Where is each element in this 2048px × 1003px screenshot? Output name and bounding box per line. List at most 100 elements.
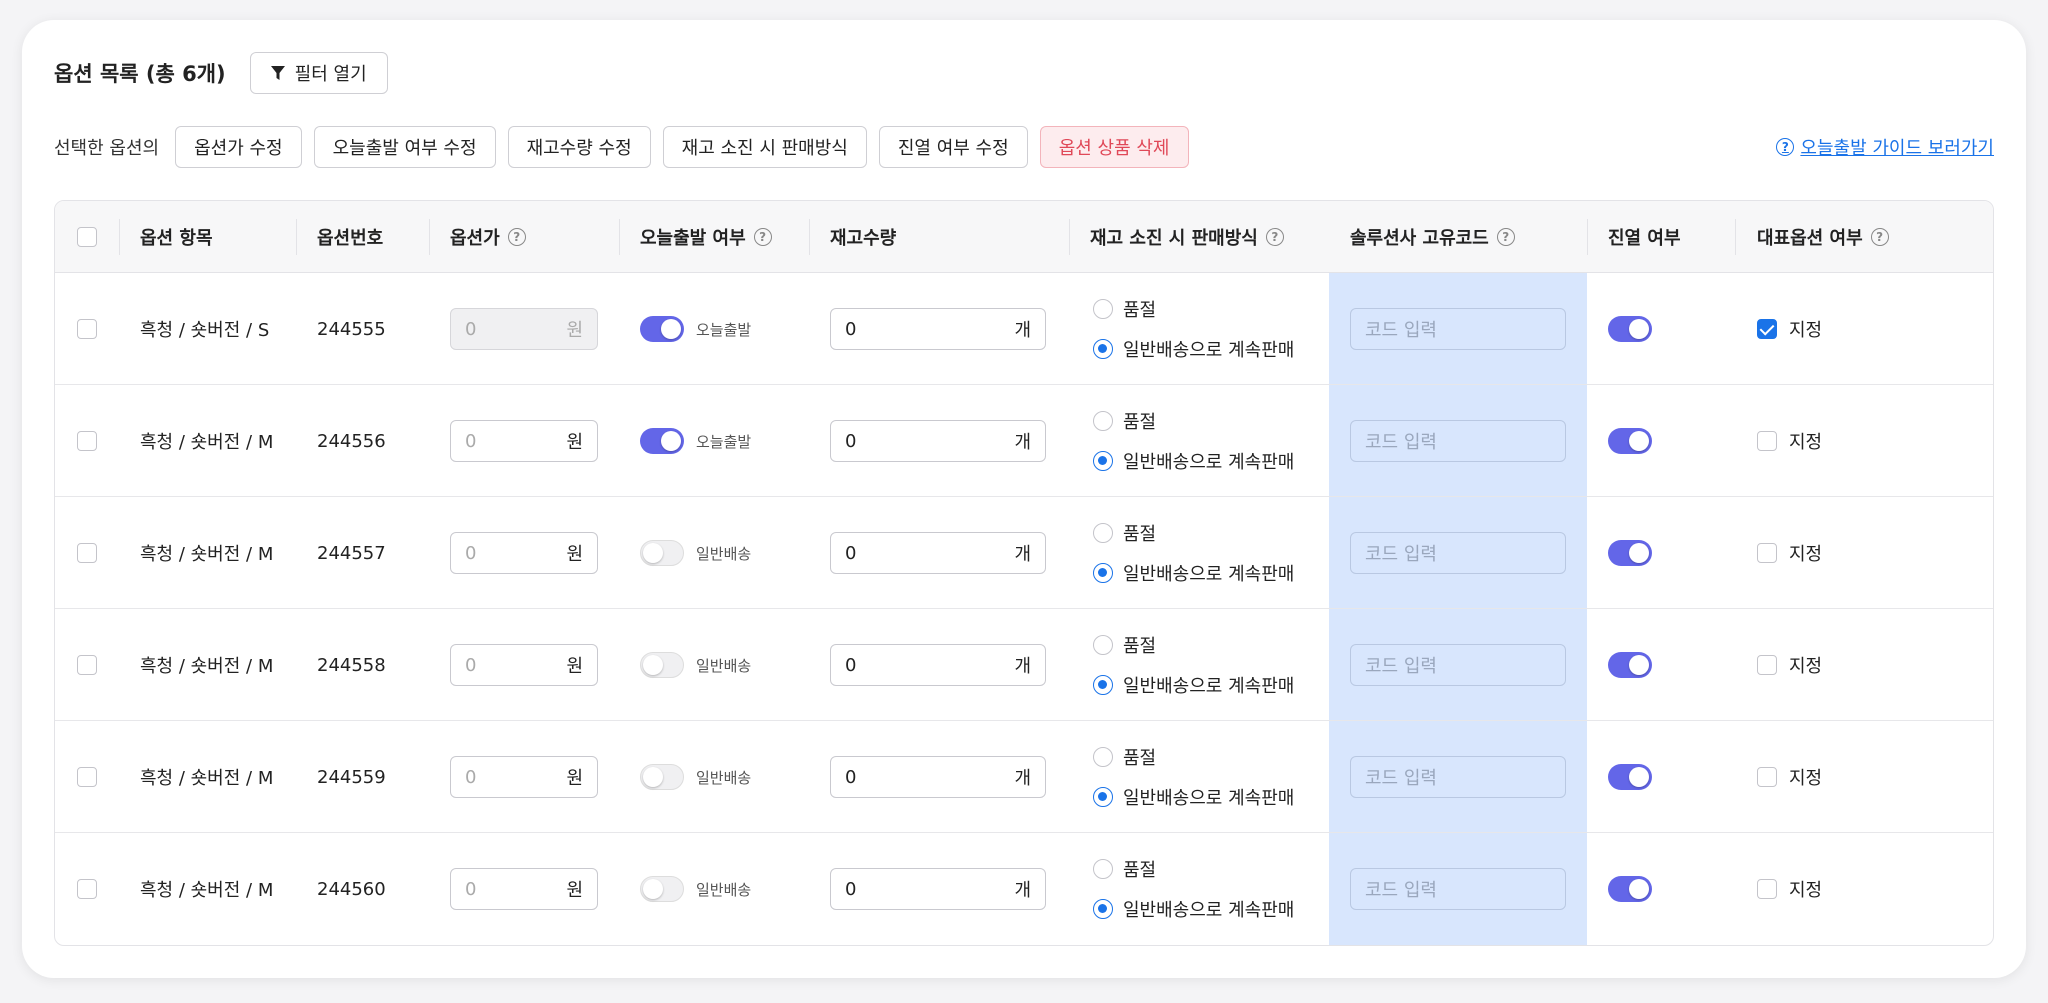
delete-option-button[interactable]: 옵션 상품 삭제 bbox=[1039, 126, 1189, 168]
continue-selling-radio-option[interactable]: 일반배송으로 계속판매 bbox=[1093, 448, 1294, 474]
representative-checkbox[interactable] bbox=[1757, 319, 1777, 339]
stock-quantity-input[interactable]: 0개 bbox=[830, 756, 1046, 798]
display-toggle[interactable] bbox=[1608, 428, 1652, 454]
solution-code-input[interactable]: 코드 입력 bbox=[1350, 308, 1566, 350]
option-item-name: 흑청 / 숏버전 / M bbox=[140, 656, 274, 677]
display-toggle[interactable] bbox=[1608, 540, 1652, 566]
edit-today-ship-button[interactable]: 오늘출발 여부 수정 bbox=[313, 126, 496, 168]
bulk-actions-label: 선택한 옵션의 bbox=[54, 138, 160, 159]
solution-code-placeholder: 코드 입력 bbox=[1365, 544, 1437, 565]
sold-out-mode-radio-group: 품절일반배송으로 계속판매 bbox=[1093, 721, 1294, 833]
today-ship-toggle[interactable] bbox=[640, 316, 684, 342]
edit-stock-button[interactable]: 재고수량 수정 bbox=[507, 126, 651, 168]
representative-checkbox[interactable] bbox=[1757, 879, 1777, 899]
today-ship-guide-link[interactable]: ? 오늘출발 가이드 보러가기 bbox=[1776, 126, 1994, 168]
sold-out-radio-option[interactable]: 품절 bbox=[1093, 744, 1294, 770]
stock-quantity-input[interactable]: 0개 bbox=[830, 308, 1046, 350]
continue-selling-radio-option[interactable]: 일반배송으로 계속판매 bbox=[1093, 336, 1294, 362]
row-checkbox[interactable] bbox=[77, 319, 97, 339]
row-checkbox[interactable] bbox=[77, 543, 97, 563]
stock-quantity-value: 0 bbox=[845, 878, 857, 900]
help-circle-icon[interactable]: ? bbox=[1870, 228, 1889, 246]
option-number: 244556 bbox=[317, 430, 386, 452]
solution-code-input[interactable]: 코드 입력 bbox=[1350, 756, 1566, 798]
option-item-name: 흑청 / 숏버전 / S bbox=[140, 320, 270, 341]
select-all-checkbox[interactable] bbox=[77, 227, 97, 247]
sold-out-radio[interactable] bbox=[1093, 859, 1113, 879]
table-row: 흑청 / 숏버전 / M 244557 0 원 일반배송 0 개 품절 일반배송으로 계속판매 코… bbox=[55, 497, 1993, 609]
continue-selling-radio-option[interactable]: 일반배송으로 계속판매 bbox=[1093, 560, 1294, 586]
table-row: 흑청 / 숏버전 / M 244558 0 원 일반배송 0 개 품절 일반배송으로 계속판매 코… bbox=[55, 609, 1993, 721]
display-toggle[interactable] bbox=[1608, 316, 1652, 342]
sold-out-radio[interactable] bbox=[1093, 635, 1113, 655]
representative-checkbox[interactable] bbox=[1757, 767, 1777, 787]
representative-checkbox[interactable] bbox=[1757, 431, 1777, 451]
stock-quantity-input[interactable]: 0개 bbox=[830, 644, 1046, 686]
help-circle-icon[interactable]: ? bbox=[1265, 228, 1284, 246]
today-ship-toggle[interactable] bbox=[640, 764, 684, 790]
today-ship-toggle[interactable] bbox=[640, 652, 684, 678]
continue-selling-radio[interactable] bbox=[1093, 563, 1113, 583]
option-price-unit: 원 bbox=[566, 432, 583, 453]
filter-open-button[interactable]: 필터 열기 bbox=[249, 52, 388, 94]
row-checkbox[interactable] bbox=[77, 431, 97, 451]
continue-selling-radio[interactable] bbox=[1093, 899, 1113, 919]
option-item-name: 흑청 / 숏버전 / M bbox=[140, 432, 274, 453]
sold-out-radio[interactable] bbox=[1093, 747, 1113, 767]
representative-checkbox[interactable] bbox=[1757, 543, 1777, 563]
sold-out-radio-label: 품절 bbox=[1123, 412, 1157, 433]
option-price-input[interactable]: 0원 bbox=[450, 420, 598, 462]
continue-selling-radio[interactable] bbox=[1093, 451, 1113, 471]
sold-out-radio-option[interactable]: 품절 bbox=[1093, 632, 1294, 658]
today-ship-toggle[interactable] bbox=[640, 428, 684, 454]
sold-out-radio[interactable] bbox=[1093, 523, 1113, 543]
sold-out-radio[interactable] bbox=[1093, 299, 1113, 319]
option-item-name: 흑청 / 숏버전 / M bbox=[140, 544, 274, 565]
sold-out-radio[interactable] bbox=[1093, 411, 1113, 431]
sold-out-radio-option[interactable]: 품절 bbox=[1093, 520, 1294, 546]
option-price-input[interactable]: 0원 bbox=[450, 868, 598, 910]
option-price-unit: 원 bbox=[566, 320, 583, 341]
continue-selling-radio-option[interactable]: 일반배송으로 계속판매 bbox=[1093, 896, 1294, 922]
continue-selling-radio[interactable] bbox=[1093, 339, 1113, 359]
solution-code-input[interactable]: 코드 입력 bbox=[1350, 868, 1566, 910]
sold-out-radio-option[interactable]: 품절 bbox=[1093, 408, 1294, 434]
help-circle-icon[interactable]: ? bbox=[753, 228, 772, 246]
stock-quantity-input[interactable]: 0개 bbox=[830, 420, 1046, 462]
representative-checkbox[interactable] bbox=[1757, 655, 1777, 675]
today-ship-toggle[interactable] bbox=[640, 876, 684, 902]
solution-code-placeholder: 코드 입력 bbox=[1365, 432, 1437, 453]
row-checkbox[interactable] bbox=[77, 767, 97, 787]
option-price-input[interactable]: 0원 bbox=[450, 756, 598, 798]
continue-selling-radio-option[interactable]: 일반배송으로 계속판매 bbox=[1093, 672, 1294, 698]
solution-code-input[interactable]: 코드 입력 bbox=[1350, 420, 1566, 462]
today-ship-toggle[interactable] bbox=[640, 540, 684, 566]
continue-selling-radio[interactable] bbox=[1093, 675, 1113, 695]
option-price-input[interactable]: 0원 bbox=[450, 532, 598, 574]
sold-out-radio-label: 품절 bbox=[1123, 300, 1157, 321]
display-toggle[interactable] bbox=[1608, 764, 1652, 790]
continue-selling-radio-option[interactable]: 일반배송으로 계속판매 bbox=[1093, 784, 1294, 810]
solution-code-input[interactable]: 코드 입력 bbox=[1350, 644, 1566, 686]
help-circle-icon[interactable]: ? bbox=[1496, 228, 1515, 246]
today-ship-label: 일반배송 bbox=[696, 880, 752, 899]
option-item-name: 흑청 / 숏버전 / M bbox=[140, 880, 274, 901]
row-checkbox[interactable] bbox=[77, 655, 97, 675]
option-price-placeholder: 0 bbox=[465, 318, 477, 340]
stock-quantity-input[interactable]: 0개 bbox=[830, 868, 1046, 910]
display-toggle[interactable] bbox=[1608, 876, 1652, 902]
option-price-input[interactable]: 0원 bbox=[450, 644, 598, 686]
option-price-input: 0원 bbox=[450, 308, 598, 350]
option-list-card: 옵션 목록 (총 6개) 필터 열기 선택한 옵션의 옵션가 수정 오늘출발 여… bbox=[22, 20, 2026, 978]
edit-price-button[interactable]: 옵션가 수정 bbox=[175, 126, 302, 168]
row-checkbox[interactable] bbox=[77, 879, 97, 899]
display-toggle[interactable] bbox=[1608, 652, 1652, 678]
sold-out-radio-option[interactable]: 품절 bbox=[1093, 856, 1294, 882]
edit-display-button[interactable]: 진열 여부 수정 bbox=[878, 126, 1028, 168]
edit-sold-out-mode-button[interactable]: 재고 소진 시 판매방식 bbox=[662, 126, 867, 168]
sold-out-radio-option[interactable]: 품절 bbox=[1093, 296, 1294, 322]
solution-code-input[interactable]: 코드 입력 bbox=[1350, 532, 1566, 574]
continue-selling-radio[interactable] bbox=[1093, 787, 1113, 807]
help-circle-icon[interactable]: ? bbox=[507, 228, 526, 246]
stock-quantity-input[interactable]: 0개 bbox=[830, 532, 1046, 574]
